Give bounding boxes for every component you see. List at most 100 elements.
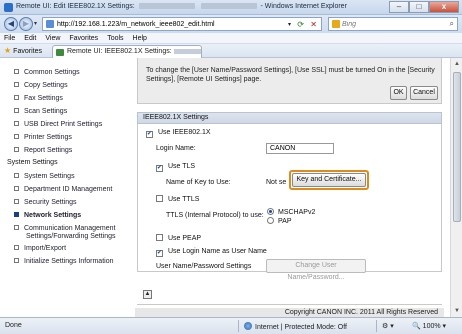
sidebar-item-fax-settings[interactable]: Fax Settings [14,95,63,103]
close-window-button[interactable]: x [429,1,459,13]
use-tls-row: ✔ Use TLS [156,162,195,172]
redacted-device-name-2 [200,3,257,10]
use-login-as-user-row: ✔ Use Login Name as User Name [156,247,267,257]
login-name-input[interactable] [266,143,334,154]
sidebar-item-report-settings[interactable]: Report Settings [14,147,72,155]
pap-radio[interactable] [267,217,274,224]
menu-edit[interactable]: Edit [24,33,36,43]
url-text[interactable]: http://192.168.1.223/m_network_ieee802_e… [57,21,215,28]
favorites-button[interactable]: ★ Favorites [4,46,42,57]
ieee8021x-settings-panel: ✔ Use IEEE802.1X Login Name: ✔ Use TLS Nam… [137,124,442,281]
search-box[interactable]: ⌕ [328,17,458,31]
menu-help[interactable]: Help [133,33,147,43]
use-peap-checkbox[interactable] [156,234,163,241]
sidebar-item-label: Import/Export [24,245,67,252]
notice-panel: To change the [User Name/Password Settin… [137,58,442,104]
address-bar[interactable]: http://192.168.1.223/m_network_ieee802_e… [42,17,322,31]
sidebar-item-label: Printer Settings [24,134,72,141]
key-and-certificate-button[interactable]: Key and Certificate... [292,173,366,187]
key-name-label: Name of Key to Use: [166,179,231,186]
restore-button[interactable]: □ [409,1,429,13]
sidebar-item-security-settings[interactable]: Security Settings [14,199,77,207]
menu-view[interactable]: View [45,33,60,43]
bullet-icon [14,258,19,263]
bullet-icon [14,245,19,250]
login-name-label: Login Name: [156,145,196,152]
bullet-icon [14,212,19,217]
search-icon[interactable]: ⌕ [450,19,454,29]
stop-icon[interactable]: ✕ [310,20,317,29]
sidebar-item-scan-settings[interactable]: Scan Settings [14,108,67,116]
sidebar-group-system-settings[interactable]: System Settings [7,159,58,167]
menu-tools[interactable]: Tools [107,33,123,43]
sidebar-item-department-id[interactable]: Department ID Management [14,186,112,194]
mschapv2-radio[interactable] [267,208,274,215]
page-viewport: Common Settings Copy Settings Fax Settin… [0,58,450,317]
sidebar-item-import-export[interactable]: Import/Export [14,245,66,253]
key-name-value: Not se [266,179,287,186]
use-tls-checkbox[interactable]: ✔ [156,165,163,172]
use-ttls-checkbox[interactable] [156,195,163,202]
page-top-icon[interactable]: ▲ [143,290,152,299]
ttls-option-mschapv2[interactable]: MSCHAPv2 [267,208,315,217]
minimize-button[interactable]: – [389,1,409,13]
bing-icon [332,20,340,28]
refresh-icon[interactable]: ⟳ [297,20,304,29]
scrollbar-thumb[interactable] [453,72,461,222]
bullet-icon [14,225,19,230]
tab-favicon-icon [56,49,64,56]
address-dropdown-icon[interactable]: ▾ [288,21,291,28]
zoom-icon: 🔍 [412,323,421,330]
zoom-control[interactable]: 🔍 100% ▾ [412,322,446,330]
use-ttls-label: Use TTLS [168,196,200,203]
search-input[interactable] [342,19,442,29]
sidebar-item-copy-settings[interactable]: Copy Settings [14,82,68,90]
sidebar-item-label: Communication Management [24,225,116,232]
footer-bar: Copyright CANON INC. 2011 All Rights Res… [135,308,444,317]
menu-favorites[interactable]: Favorites [69,33,98,43]
ttls-option-pap[interactable]: PAP [267,217,292,226]
sidebar-item-usb-direct-print[interactable]: USB Direct Print Settings [14,121,102,129]
sidebar-nav: Common Settings Copy Settings Fax Settin… [0,58,132,317]
sidebar-item-system-settings[interactable]: System Settings [14,173,75,181]
sidebar-item-label-line2: Settings/Forwarding Settings [26,233,116,240]
use-login-as-user-label: Use Login Name as User Name [168,248,267,255]
use-login-as-user-checkbox[interactable]: ✔ [156,250,163,257]
notice-line-1: To change the [User Name/Password Settin… [146,67,435,74]
notice-line-2: Settings], [Remote UI Settings] page. [146,76,262,83]
history-dropdown-icon[interactable]: ▾ [34,20,37,27]
bullet-icon [14,186,19,191]
scroll-down-icon[interactable]: ▼ [452,306,462,316]
use-peap-label: Use PEAP [168,235,202,242]
vertical-scrollbar[interactable]: ▲ ▼ [450,58,462,317]
address-toolbar: ◀ ▶ ▾ http://192.168.1.223/m_network_iee… [0,15,462,33]
cancel-button[interactable]: Cancel [410,86,438,100]
bullet-icon [14,108,19,113]
status-bar: Done Internet | Protected Mode: Off ⚙ ▾ … [0,317,462,334]
pap-label: PAP [278,218,292,225]
use-ieee8021x-checkbox[interactable]: ✔ [146,131,153,138]
sidebar-item-label: Network Settings [24,212,82,219]
sidebar-item-common-settings[interactable]: Common Settings [14,69,80,77]
ok-button[interactable]: OK [390,86,407,100]
bullet-icon [14,82,19,87]
forward-button[interactable]: ▶ [19,17,33,31]
sidebar-item-communication-management[interactable]: Communication Management Settings/Forward… [14,225,116,241]
sidebar-item-initialize-settings[interactable]: Initialize Settings Information [14,258,114,266]
sidebar-item-label: Common Settings [24,69,80,76]
sidebar-item-network-settings[interactable]: Network Settings [14,212,81,220]
back-button[interactable]: ◀ [4,17,18,31]
sidebar-item-label: Fax Settings [24,95,63,102]
bullet-icon [14,147,19,152]
mschapv2-label: MSCHAPv2 [278,209,316,216]
bullet-icon [14,199,19,204]
user-pass-settings-label: User Name/Password Settings [156,263,252,270]
sidebar-item-printer-settings[interactable]: Printer Settings [14,134,72,142]
sidebar-item-label: Department ID Management [24,186,113,193]
menu-file[interactable]: File [4,33,15,43]
scroll-up-icon[interactable]: ▲ [452,59,462,69]
security-zone[interactable]: Internet | Protected Mode: Off [244,322,347,331]
browser-tab[interactable]: Remote UI: IEEE802.1X Settings: [52,45,202,58]
status-tools-icon[interactable]: ⚙ ▾ [382,322,394,330]
change-user-password-button[interactable]: Change User Name/Password... [266,259,366,281]
